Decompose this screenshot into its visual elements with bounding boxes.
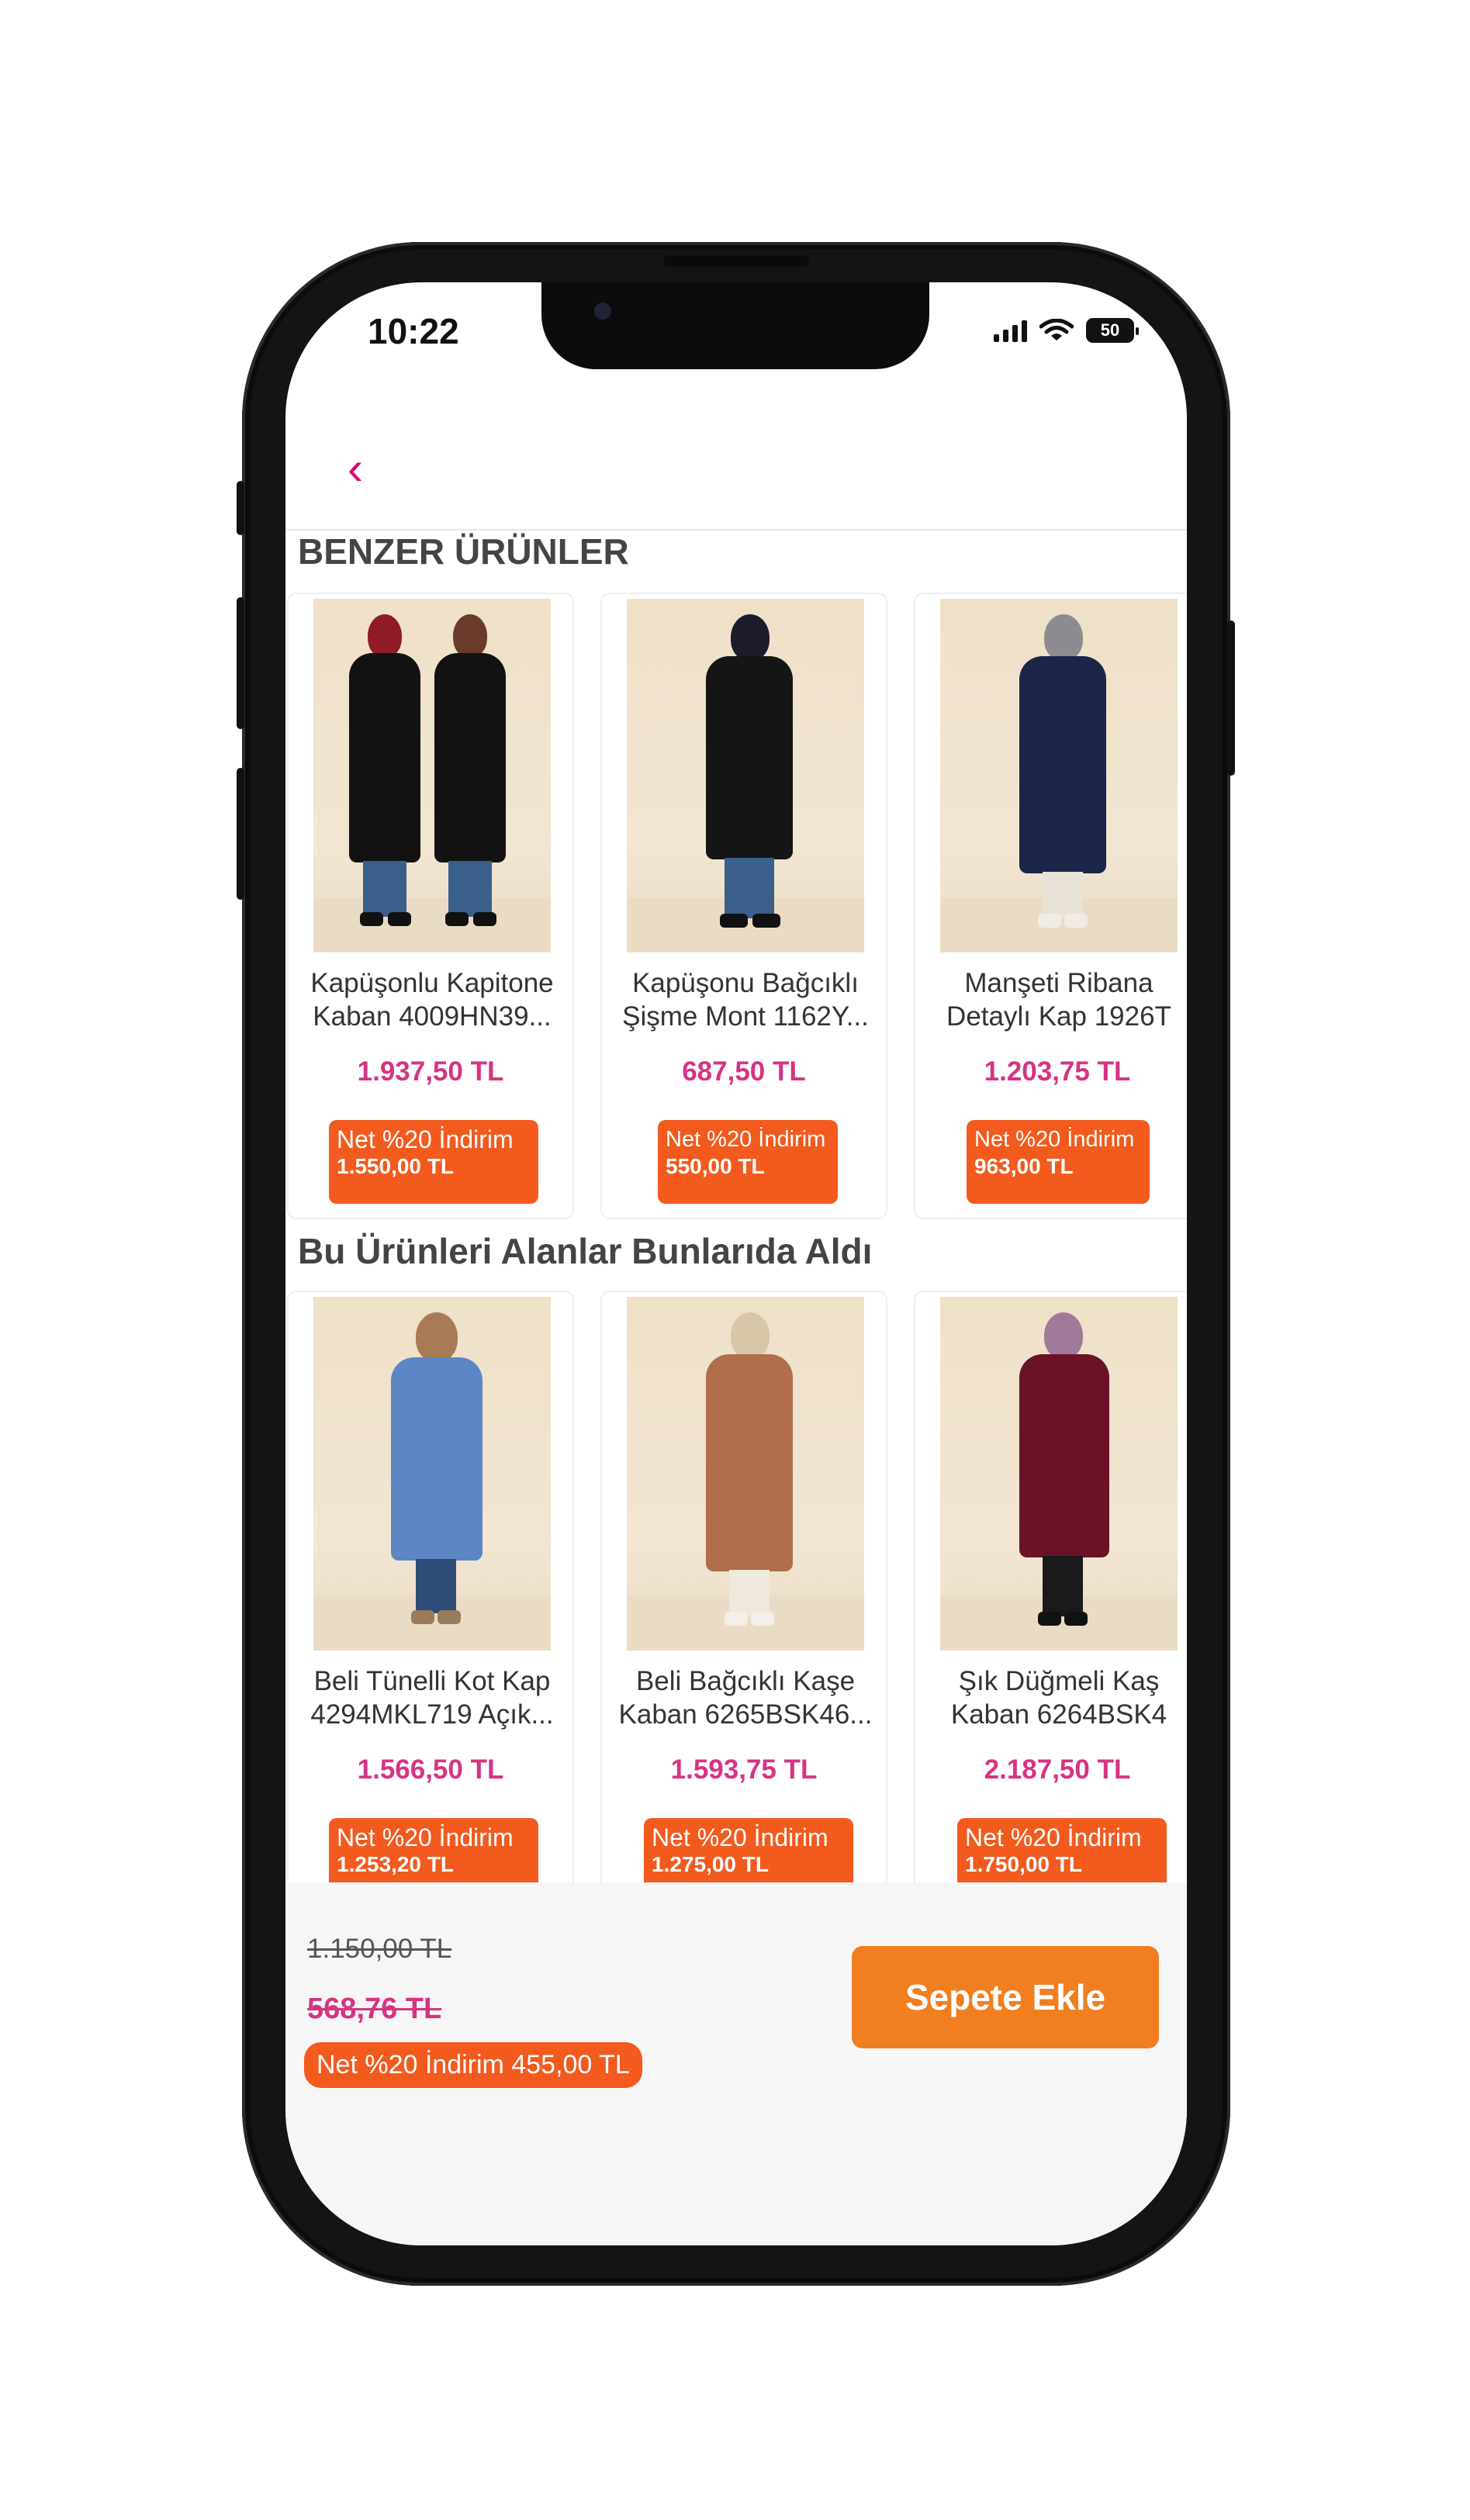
sale-price: 568,76 TL (307, 1993, 442, 2025)
similar-products-row[interactable]: Kapüşonlu Kapitone Kaban 4009HN39... 1.9… (287, 593, 1187, 1229)
volume-down-button (237, 768, 244, 900)
product-name[interactable]: Beli Bağcıklı Kaşe Kaban 6265BSK46... (608, 1664, 883, 1731)
also-bought-title: Bu Ürünleri Alanlar Bunlarıda Aldı (298, 1231, 873, 1271)
discount-price: 550,00 TL (666, 1154, 765, 1178)
similar-products-title: BENZER ÜRÜNLER (298, 531, 629, 572)
discount-label: Net %20 İndirim (666, 1127, 826, 1152)
discount-price: 1.550,00 TL (337, 1154, 454, 1178)
product-card[interactable]: Beli Tünelli Kot Kap 4294MKL719 Açık... … (287, 1291, 574, 1882)
original-price: 1.150,00 TL (307, 1934, 452, 1964)
product-card[interactable]: Beli Bağcıklı Kaşe Kaban 6265BSK46... 1.… (600, 1291, 887, 1882)
status-icons: 50 (994, 318, 1139, 343)
product-name[interactable]: Kapüşonu Bağcıklı Şişme Mont 1162Y... (608, 966, 883, 1033)
product-image[interactable] (627, 1297, 864, 1651)
discount-label: Net %20 İndirim (337, 1823, 514, 1851)
discount-label: Net %20 İndirim (652, 1823, 828, 1851)
discount-price: 1.253,20 TL (337, 1852, 454, 1876)
add-to-cart-button[interactable]: Sepete Ekle (852, 1946, 1159, 2048)
mute-switch (237, 481, 244, 535)
camera-icon (594, 302, 611, 320)
discount-price: 963,00 TL (974, 1154, 1074, 1178)
product-name[interactable]: Şık Düğmeli Kaş Kaban 6264BSK4 (922, 1664, 1187, 1731)
product-image[interactable] (627, 599, 864, 952)
product-name[interactable]: Beli Tünelli Kot Kap 4294MKL719 Açık... (295, 1664, 569, 1731)
discount-price: 1.275,00 TL (652, 1852, 769, 1876)
signal-icon (994, 319, 1027, 342)
discount-badge: Net %20 İndirim 550,00 TL (658, 1120, 838, 1204)
discount-label: Net %20 İndirim (974, 1127, 1135, 1152)
notch (541, 282, 929, 369)
product-price: 1.203,75 TL (984, 1056, 1131, 1087)
back-chevron-icon[interactable]: ‹ (348, 445, 363, 492)
battery-level: 50 (1100, 320, 1120, 340)
product-image[interactable] (313, 599, 551, 952)
also-bought-row[interactable]: Beli Tünelli Kot Kap 4294MKL719 Açık... … (287, 1291, 1187, 1882)
discount-price: 1.750,00 TL (965, 1852, 1082, 1876)
product-image[interactable] (940, 599, 1178, 952)
product-price: 687,50 TL (682, 1056, 806, 1087)
power-button (1227, 620, 1235, 776)
product-image[interactable] (313, 1297, 551, 1651)
speaker-grill (663, 256, 809, 267)
discount-label: Net %20 İndirim (337, 1125, 514, 1153)
product-price: 1.566,50 TL (357, 1754, 504, 1785)
net-discount-badge: Net %20 İndirim 455,00 TL (304, 2042, 642, 2088)
product-name[interactable]: Kapüşonlu Kapitone Kaban 4009HN39... (295, 966, 569, 1033)
volume-up-button (237, 597, 244, 729)
battery-icon: 50 (1086, 318, 1139, 343)
phone-screen: 10:22 50 ‹ BENZER ÜRÜNLER Kapüşonlu Kapi… (285, 282, 1187, 2245)
product-card[interactable]: Kapüşonlu Kapitone Kaban 4009HN39... 1.9… (287, 593, 574, 1219)
product-name[interactable]: Manşeti Ribana Detaylı Kap 1926T (922, 966, 1187, 1033)
product-card[interactable]: Kapüşonu Bağcıklı Şişme Mont 1162Y... 68… (600, 593, 887, 1219)
discount-badge: Net %20 İndirim 1.275,00 TL (644, 1818, 853, 1882)
discount-badge: Net %20 İndirim 1.550,00 TL (329, 1120, 538, 1204)
discount-badge: Net %20 İndirim 1.750,00 TL (957, 1818, 1167, 1882)
product-card[interactable]: Şık Düğmeli Kaş Kaban 6264BSK4 2.187,50 … (914, 1291, 1187, 1882)
bottom-purchase-bar: 1.150,00 TL 568,76 TL Net %20 İndirim 45… (285, 1882, 1187, 2245)
discount-label: Net %20 İndirim (965, 1823, 1142, 1851)
status-time: 10:22 (368, 311, 459, 351)
discount-badge: Net %20 İndirim 1.253,20 TL (329, 1818, 538, 1882)
wifi-icon (1039, 319, 1074, 340)
product-price: 1.593,75 TL (670, 1754, 818, 1785)
product-price: 1.937,50 TL (357, 1056, 504, 1087)
discount-badge: Net %20 İndirim 963,00 TL (967, 1120, 1150, 1204)
product-image[interactable] (940, 1297, 1178, 1651)
product-price: 2.187,50 TL (984, 1754, 1131, 1785)
product-card[interactable]: Manşeti Ribana Detaylı Kap 1926T 1.203,7… (914, 593, 1187, 1219)
